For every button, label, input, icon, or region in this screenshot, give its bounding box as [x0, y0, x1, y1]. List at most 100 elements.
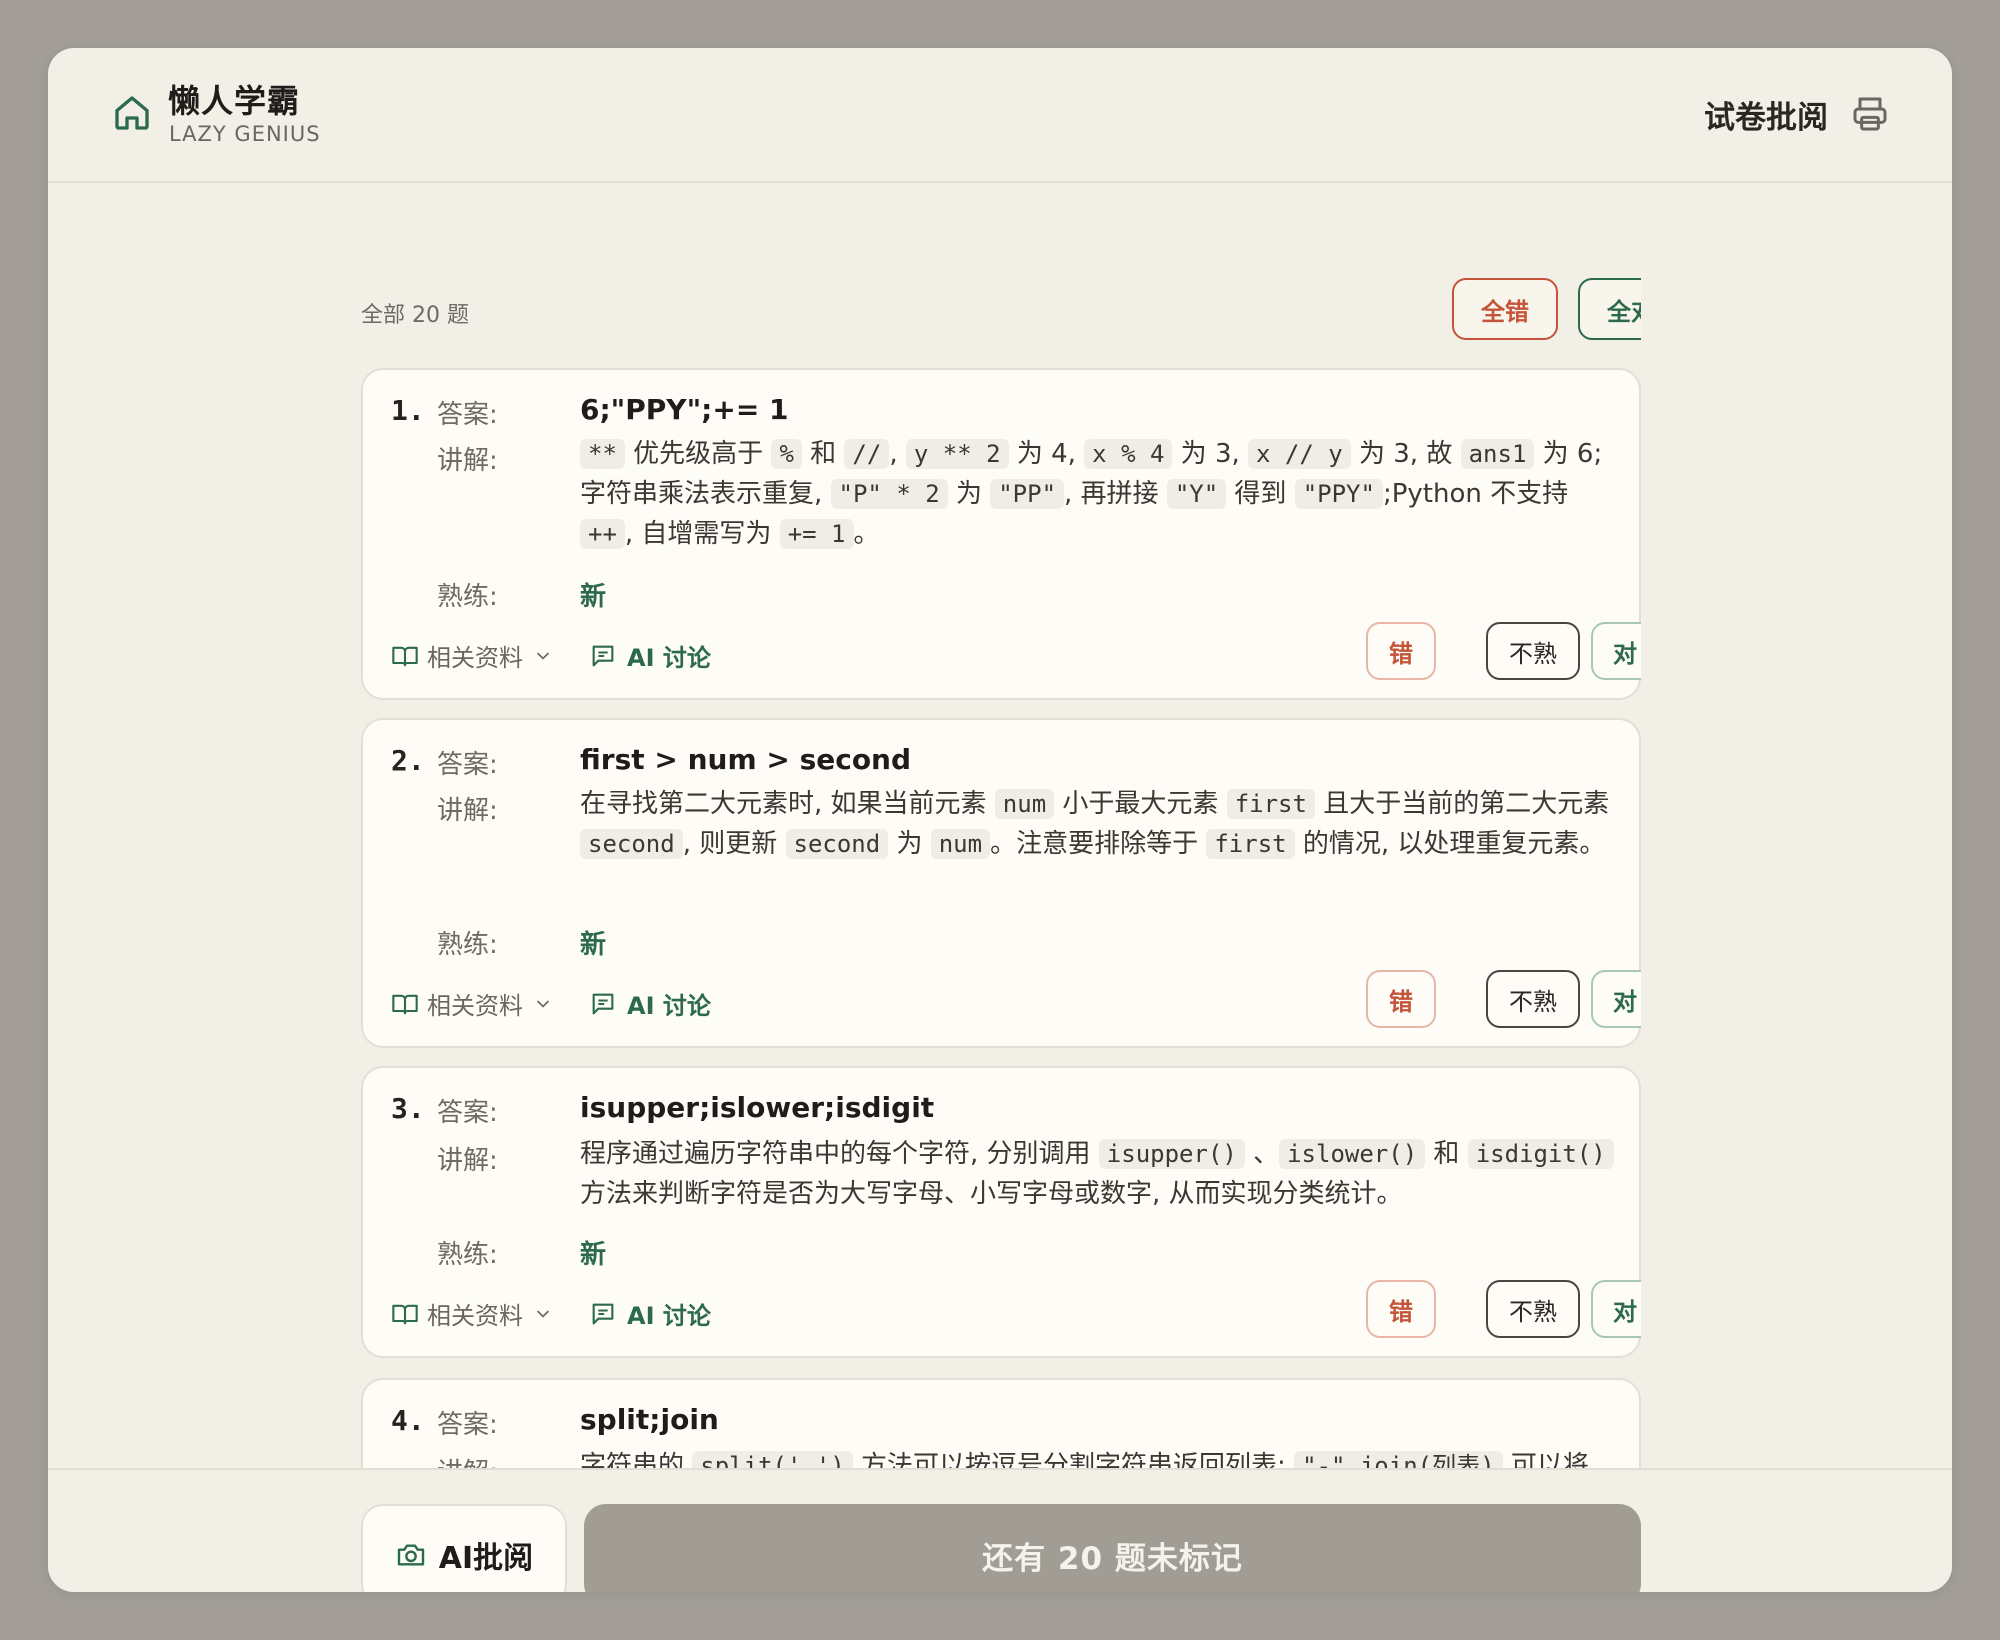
- related-materials-toggle[interactable]: 相关资料: [391, 638, 553, 673]
- mark-right-button[interactable]: 对: [1591, 622, 1641, 680]
- related-materials-label: 相关资料: [427, 992, 523, 1020]
- related-materials-toggle[interactable]: 相关资料: [391, 986, 553, 1021]
- mastery-value: 新: [580, 1240, 607, 1270]
- inline-code: x // y: [1248, 439, 1351, 469]
- message-square-icon: [592, 993, 614, 1014]
- explain-label: 讲解:: [437, 1146, 498, 1176]
- ai-discuss-label: AI 讨论: [627, 1302, 711, 1330]
- related-materials-label: 相关资料: [427, 1302, 523, 1330]
- inline-code: "Y": [1166, 479, 1227, 509]
- mark-unfamiliar-button[interactable]: 不熟: [1486, 622, 1580, 680]
- mastery-value: 新: [580, 930, 607, 960]
- ai-discuss-link[interactable]: AI 讨论: [589, 638, 711, 673]
- inline-code: split(','): [692, 1451, 853, 1468]
- mastery-value: 新: [580, 582, 607, 612]
- related-materials-toggle[interactable]: 相关资料: [391, 1296, 553, 1331]
- inline-code: num: [930, 829, 991, 859]
- question-card: 1. 答案: 6;"PPY";+= 1 讲解: ** 优先级高于 % 和 //,…: [361, 368, 1641, 700]
- inline-code: "-".join(列表): [1294, 1451, 1503, 1468]
- book-open-icon: [392, 994, 418, 1014]
- answer-label: 答案:: [437, 400, 498, 430]
- inline-code: "PP": [990, 479, 1065, 509]
- inline-code: y ** 2: [905, 439, 1009, 469]
- ai-discuss-link[interactable]: AI 讨论: [589, 1296, 711, 1331]
- mark-unfamiliar-button[interactable]: 不熟: [1486, 1280, 1580, 1338]
- explain-segment: 、: [1244, 1139, 1280, 1169]
- explain-segment: 和: [1425, 1139, 1468, 1169]
- answer-label: 答案:: [437, 750, 498, 780]
- card-links: 相关资料 AI 讨论: [391, 638, 711, 673]
- inline-code: x % 4: [1084, 439, 1173, 469]
- mark-unfamiliar-button[interactable]: 不熟: [1486, 970, 1580, 1028]
- inline-code: //: [844, 439, 890, 469]
- explain-segment: 字符串的: [580, 1451, 693, 1468]
- mastery-label: 熟练:: [437, 930, 498, 960]
- explain-segment: , 自增需写为: [624, 519, 780, 549]
- question-number: 4.: [391, 1404, 425, 1437]
- mark-right-button[interactable]: 对: [1591, 1280, 1641, 1338]
- mark-wrong-button[interactable]: 错: [1366, 1280, 1436, 1338]
- question-number: 2.: [391, 744, 425, 777]
- explain-text: 程序通过遍历字符串中的每个字符, 分别调用 isupper() 、 islower…: [580, 1134, 1620, 1214]
- related-materials-label: 相关资料: [427, 644, 523, 672]
- explain-label: 讲解:: [437, 1452, 498, 1468]
- explain-segment: 。: [853, 519, 880, 549]
- explain-segment: 的情况, 以处理重复元素。: [1294, 829, 1606, 859]
- ai-review-button[interactable]: AI批阅: [361, 1504, 567, 1592]
- card-links: 相关资料 AI 讨论: [391, 986, 711, 1021]
- mark-all-wrong-button[interactable]: 全错: [1452, 278, 1558, 340]
- question-card: 4. 答案: split;join 讲解: 字符串的 split(',') 方法…: [361, 1378, 1641, 1468]
- explain-label: 讲解:: [437, 796, 498, 826]
- mark-wrong-button[interactable]: 错: [1366, 622, 1436, 680]
- explain-segment: 且大于当前的第二大元素: [1314, 789, 1610, 819]
- chevron-down-icon: [537, 652, 549, 660]
- home-icon[interactable]: [112, 93, 152, 133]
- explain-segment: 为: [947, 479, 991, 509]
- question-card: 2. 答案: first > num > second 讲解: 在寻找第二大元素…: [361, 718, 1641, 1048]
- explain-segment: ;Python 不支持: [1382, 479, 1569, 509]
- message-square-icon: [592, 645, 614, 666]
- mastery-label: 熟练:: [437, 582, 498, 612]
- answer-value: isupper;islower;isdigit: [580, 1091, 935, 1124]
- inline-code: isdigit(): [1467, 1139, 1614, 1169]
- book-open-icon: [392, 646, 418, 666]
- explain-text: 在寻找第二大元素时, 如果当前元素 num 小于最大元素 first 且大于当前…: [580, 784, 1620, 864]
- inline-code: first: [1226, 789, 1315, 819]
- card-links: 相关资料 AI 讨论: [391, 1296, 711, 1331]
- inline-code: islower(): [1279, 1139, 1426, 1169]
- book-open-icon: [392, 1304, 418, 1324]
- explain-segment: 在寻找第二大元素时, 如果当前元素: [580, 789, 995, 819]
- explain-segment: ,: [889, 439, 906, 469]
- ai-discuss-link[interactable]: AI 讨论: [589, 986, 711, 1021]
- app-title: 懒人学霸: [168, 82, 301, 120]
- answer-value: first > num > second: [580, 743, 912, 776]
- inline-code: ++: [580, 519, 625, 549]
- submit-button[interactable]: 还有 20 题未标记: [584, 1504, 1641, 1592]
- answer-value: split;join: [580, 1403, 719, 1436]
- explain-segment: 优先级高于: [624, 439, 772, 469]
- inline-code: first: [1206, 829, 1295, 859]
- answer-value: 6;"PPY";+= 1: [580, 393, 789, 426]
- app-header: 懒人学霸 LAZY GENIUS 试卷批阅: [48, 48, 1952, 183]
- mark-all-right-button[interactable]: 全对: [1578, 278, 1641, 340]
- mark-wrong-button[interactable]: 错: [1366, 970, 1436, 1028]
- inline-code: %: [771, 439, 802, 469]
- inline-code: isupper(): [1098, 1139, 1245, 1169]
- explain-segment: 为: [888, 829, 931, 859]
- app-window: 懒人学霸 LAZY GENIUS 试卷批阅 全部 20 题 全错 全对 1. 答…: [48, 48, 1952, 1592]
- explain-segment: 得到: [1226, 479, 1295, 509]
- explain-segment: 为 3,: [1172, 439, 1249, 469]
- explain-segment: 为 3, 故: [1350, 439, 1461, 469]
- explain-segment: 方法可以按逗号分割字符串返回列表;: [852, 1451, 1295, 1468]
- mastery-label: 熟练:: [437, 1240, 498, 1270]
- printer-icon[interactable]: [1850, 94, 1890, 134]
- question-number: 1.: [391, 394, 425, 427]
- footer-bar: AI批阅 还有 20 题未标记: [48, 1468, 1952, 1592]
- ai-discuss-label: AI 讨论: [627, 644, 711, 672]
- chevron-down-icon: [537, 1310, 549, 1318]
- explain-segment: 。注意要排除等于: [990, 829, 1207, 859]
- mark-right-button[interactable]: 对: [1591, 970, 1641, 1028]
- app-subtitle: LAZY GENIUS: [169, 122, 321, 146]
- explain-segment: 可以将: [1502, 1451, 1589, 1468]
- inline-code: "P" * 2: [830, 479, 948, 509]
